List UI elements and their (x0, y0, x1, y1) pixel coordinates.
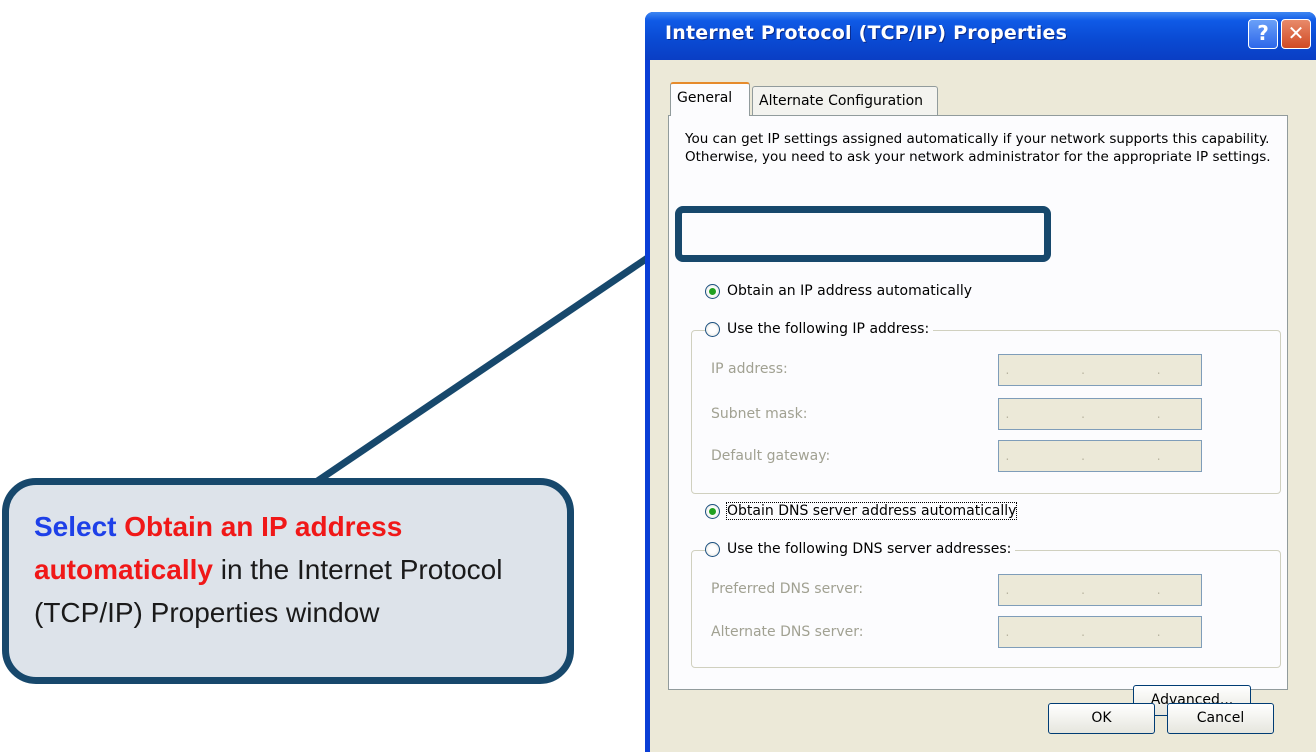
alternate-dns-label: Alternate DNS server: (711, 624, 864, 640)
use-following-ip-radio[interactable] (705, 321, 720, 337)
preferred-dns-label: Preferred DNS server: (711, 581, 864, 597)
instruction-callout: Select Obtain an IP address automaticall… (2, 478, 574, 684)
subnet-mask-field[interactable]: . . . (998, 398, 1202, 430)
use-following-dns-option[interactable]: Use the following DNS server addresses: (705, 541, 1016, 557)
use-following-ip-option[interactable]: Use the following IP address: (705, 321, 934, 337)
use-following-dns-label: Use the following DNS server addresses: (727, 541, 1012, 557)
obtain-ip-auto-label: Obtain an IP address automatically (727, 283, 973, 299)
tcpip-properties-window: Internet Protocol (TCP/IP) Properties ? … (645, 12, 1316, 752)
highlight-box (675, 206, 1051, 262)
preferred-dns-field[interactable]: . . . (998, 574, 1202, 606)
obtain-dns-auto-label: Obtain DNS server address automatically (725, 502, 1018, 520)
alternate-dns-field[interactable]: . . . (998, 616, 1202, 648)
dns-server-group (691, 550, 1281, 668)
intro-text: You can get IP settings assigned automat… (685, 131, 1271, 165)
obtain-dns-auto-option[interactable]: Obtain DNS server address automatically (705, 502, 1018, 520)
obtain-ip-auto-radio[interactable] (705, 283, 720, 299)
ip-address-field[interactable]: . . . (998, 354, 1202, 386)
help-button[interactable]: ? (1248, 19, 1278, 49)
ok-button[interactable]: OK (1048, 703, 1155, 734)
default-gateway-field[interactable]: . . . (998, 440, 1202, 472)
tab-general[interactable]: General (670, 82, 750, 116)
use-following-dns-radio[interactable] (705, 541, 720, 557)
obtain-ip-auto-option[interactable]: Obtain an IP address automatically (705, 283, 972, 299)
obtain-dns-auto-radio[interactable] (705, 503, 720, 519)
tab-alternate-configuration[interactable]: Alternate Configuration (752, 86, 938, 116)
callout-text: Select Obtain an IP address automaticall… (34, 505, 564, 634)
close-button[interactable]: ✕ (1281, 19, 1311, 49)
title-bar[interactable]: Internet Protocol (TCP/IP) Properties ? … (645, 12, 1316, 60)
use-following-ip-label: Use the following IP address: (727, 321, 930, 337)
subnet-mask-label: Subnet mask: (711, 406, 808, 422)
cancel-button[interactable]: Cancel (1167, 703, 1274, 734)
ip-address-label: IP address: (711, 361, 788, 377)
default-gateway-label: Default gateway: (711, 448, 831, 464)
callout-select-word: Select (34, 511, 125, 542)
dialog-client-area: General Alternate Configuration You can … (650, 60, 1316, 752)
general-tab-panel: You can get IP settings assigned automat… (668, 115, 1288, 716)
window-title: Internet Protocol (TCP/IP) Properties (665, 22, 1068, 44)
